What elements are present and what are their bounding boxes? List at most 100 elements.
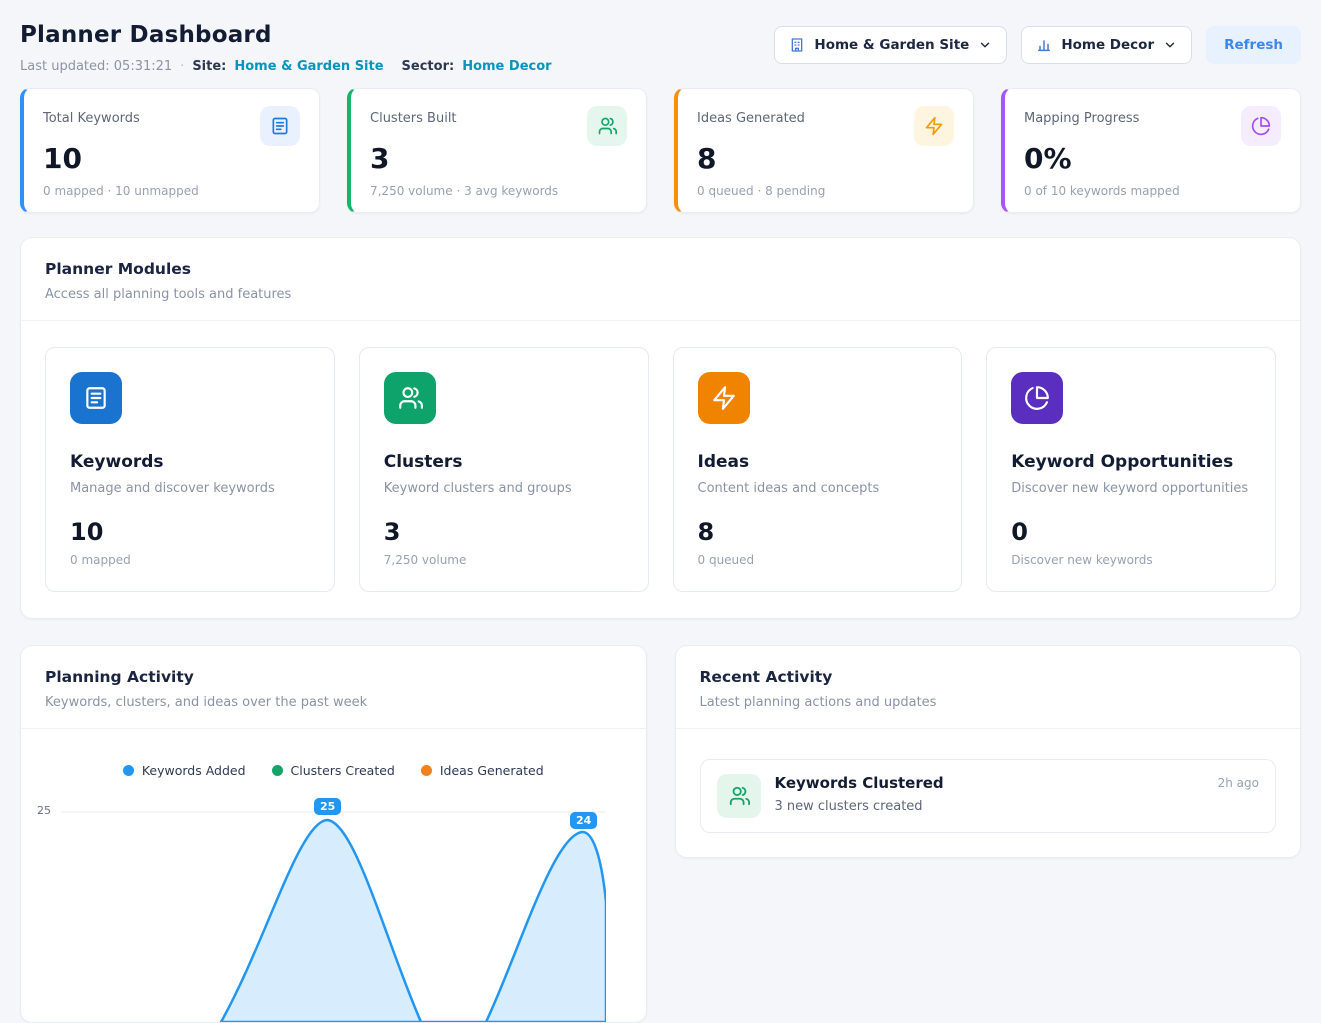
lightning-icon bbox=[914, 106, 954, 146]
users-icon bbox=[717, 774, 761, 818]
bar-chart-icon bbox=[1036, 37, 1052, 53]
planning-activity-panel: Planning Activity Keywords, clusters, an… bbox=[20, 645, 647, 1023]
page-subline: Last updated: 05:31:21 · Site: Home & Ga… bbox=[20, 59, 552, 74]
activity-text: Keywords Clustered 3 new clusters create… bbox=[775, 774, 944, 814]
module-title: Keywords bbox=[70, 452, 310, 472]
activity-timestamp: 2h ago bbox=[1218, 774, 1259, 790]
module-card-keywords[interactable]: Keywords Manage and discover keywords 10… bbox=[45, 347, 335, 592]
sector-selector-button[interactable]: Home Decor bbox=[1021, 26, 1192, 64]
chevron-down-icon bbox=[1163, 38, 1177, 52]
site-link[interactable]: Home & Garden Site bbox=[234, 59, 383, 74]
section-subtitle: Access all planning tools and features bbox=[45, 287, 1276, 302]
refresh-button[interactable]: Refresh bbox=[1206, 26, 1301, 64]
building-icon bbox=[789, 37, 805, 53]
site-label: Site: bbox=[192, 59, 226, 74]
users-icon bbox=[587, 106, 627, 146]
module-detail: Discover new keywords bbox=[1011, 553, 1251, 567]
module-title: Keyword Opportunities bbox=[1011, 452, 1251, 472]
header-left: Planner Dashboard Last updated: 05:31:21… bbox=[20, 18, 552, 74]
chart-legend: Keywords Added Clusters Created Ideas Ge… bbox=[21, 729, 646, 778]
stat-value: 8 bbox=[697, 142, 954, 175]
module-value: 3 bbox=[384, 518, 624, 546]
modules-grid: Keywords Manage and discover keywords 10… bbox=[21, 321, 1300, 618]
document-icon bbox=[260, 106, 300, 146]
recent-activity-header: Recent Activity Latest planning actions … bbox=[676, 646, 1301, 728]
bottom-row: Planning Activity Keywords, clusters, an… bbox=[20, 645, 1301, 1023]
module-title: Ideas bbox=[698, 452, 938, 472]
activity-title: Keywords Clustered bbox=[775, 774, 944, 792]
legend-item-keywords-added: Keywords Added bbox=[123, 763, 246, 778]
activity-item-keywords-clustered: Keywords Clustered 3 new clusters create… bbox=[700, 759, 1277, 833]
legend-item-clusters-created: Clusters Created bbox=[272, 763, 395, 778]
legend-label: Clusters Created bbox=[291, 763, 395, 778]
module-value: 10 bbox=[70, 518, 310, 546]
recent-activity-panel: Recent Activity Latest planning actions … bbox=[675, 645, 1302, 858]
module-value: 0 bbox=[1011, 518, 1251, 546]
planner-dashboard-page: Planner Dashboard Last updated: 05:31:21… bbox=[0, 0, 1321, 1023]
section-subtitle: Latest planning actions and updates bbox=[700, 695, 1277, 710]
sector-selector-value: Home Decor bbox=[1061, 37, 1154, 53]
planning-activity-header: Planning Activity Keywords, clusters, an… bbox=[21, 646, 646, 728]
legend-label: Keywords Added bbox=[142, 763, 246, 778]
page-title: Planner Dashboard bbox=[20, 22, 552, 48]
module-description: Content ideas and concepts bbox=[698, 481, 938, 496]
legend-dot bbox=[421, 765, 432, 776]
legend-label: Ideas Generated bbox=[440, 763, 544, 778]
line-chart-svg bbox=[61, 792, 606, 1022]
pie-chart-icon bbox=[1241, 106, 1281, 146]
module-detail: 0 queued bbox=[698, 553, 938, 567]
stat-label: Mapping Progress bbox=[1024, 106, 1139, 126]
module-detail: 0 mapped bbox=[70, 553, 310, 567]
activity-list: Keywords Clustered 3 new clusters create… bbox=[676, 729, 1301, 857]
stats-row: Total Keywords 10 0 mapped · 10 unmapped… bbox=[20, 88, 1301, 213]
sector-label: Sector: bbox=[402, 59, 455, 74]
header-controls: Home & Garden Site Home Decor Refresh bbox=[774, 26, 1301, 64]
point-label-badge: 25 bbox=[314, 798, 341, 815]
activity-line-chart: 25 25 24 bbox=[21, 792, 646, 1022]
last-updated: Last updated: 05:31:21 bbox=[20, 59, 172, 74]
module-description: Discover new keyword opportunities bbox=[1011, 481, 1251, 496]
stat-detail: 0 mapped · 10 unmapped bbox=[43, 184, 300, 198]
chevron-down-icon bbox=[978, 38, 992, 52]
module-title: Clusters bbox=[384, 452, 624, 472]
stat-detail: 0 of 10 keywords mapped bbox=[1024, 184, 1281, 198]
stat-detail: 7,250 volume · 3 avg keywords bbox=[370, 184, 627, 198]
topbar: Planner Dashboard Last updated: 05:31:21… bbox=[20, 18, 1301, 74]
stat-card-total-keywords: Total Keywords 10 0 mapped · 10 unmapped bbox=[20, 88, 320, 213]
stat-value: 0% bbox=[1024, 142, 1281, 175]
stat-label: Clusters Built bbox=[370, 106, 457, 126]
separator: · bbox=[180, 59, 184, 74]
stat-card-mapping-progress: Mapping Progress 0% 0 of 10 keywords map… bbox=[1001, 88, 1301, 213]
sector-link[interactable]: Home Decor bbox=[462, 59, 551, 74]
section-subtitle: Keywords, clusters, and ideas over the p… bbox=[45, 695, 622, 710]
legend-dot bbox=[272, 765, 283, 776]
module-detail: 7,250 volume bbox=[384, 553, 624, 567]
module-card-keyword-opportunities[interactable]: Keyword Opportunities Discover new keywo… bbox=[986, 347, 1276, 592]
activity-detail: 3 new clusters created bbox=[775, 799, 944, 814]
section-title: Planner Modules bbox=[45, 260, 1276, 278]
document-icon bbox=[70, 372, 122, 424]
stat-detail: 0 queued · 8 pending bbox=[697, 184, 954, 198]
site-selector-value: Home & Garden Site bbox=[814, 37, 969, 53]
stat-value: 10 bbox=[43, 142, 300, 175]
module-card-ideas[interactable]: Ideas Content ideas and concepts 8 0 que… bbox=[673, 347, 963, 592]
stat-card-ideas-generated: Ideas Generated 8 0 queued · 8 pending bbox=[674, 88, 974, 213]
stat-label: Ideas Generated bbox=[697, 106, 805, 126]
users-icon bbox=[384, 372, 436, 424]
section-title: Recent Activity bbox=[700, 668, 1277, 686]
planner-modules-header: Planner Modules Access all planning tool… bbox=[21, 238, 1300, 320]
planner-modules-panel: Planner Modules Access all planning tool… bbox=[20, 237, 1301, 619]
stat-label: Total Keywords bbox=[43, 106, 140, 126]
module-value: 8 bbox=[698, 518, 938, 546]
point-label-badge: 24 bbox=[570, 812, 597, 829]
y-axis-tick: 25 bbox=[37, 804, 51, 817]
stat-card-clusters-built: Clusters Built 3 7,250 volume · 3 avg ke… bbox=[347, 88, 647, 213]
stat-value: 3 bbox=[370, 142, 627, 175]
section-title: Planning Activity bbox=[45, 668, 622, 686]
site-selector-button[interactable]: Home & Garden Site bbox=[774, 26, 1007, 64]
module-card-clusters[interactable]: Clusters Keyword clusters and groups 3 7… bbox=[359, 347, 649, 592]
module-description: Manage and discover keywords bbox=[70, 481, 310, 496]
pie-chart-icon bbox=[1011, 372, 1063, 424]
module-description: Keyword clusters and groups bbox=[384, 481, 624, 496]
legend-dot bbox=[123, 765, 134, 776]
